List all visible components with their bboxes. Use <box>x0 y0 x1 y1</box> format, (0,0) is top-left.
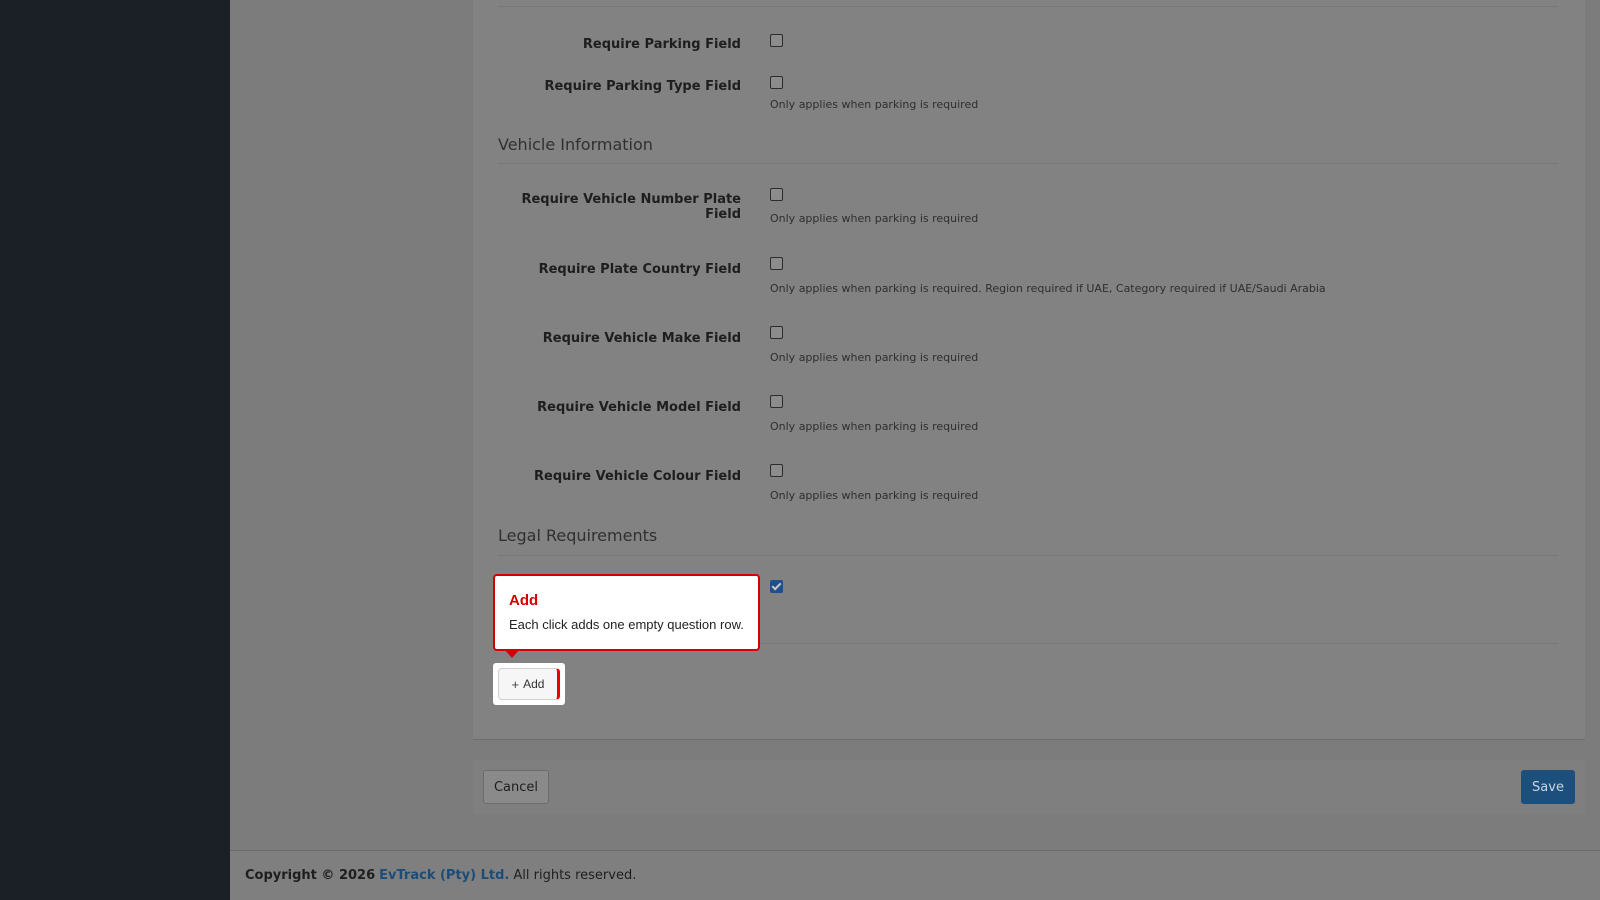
footer-copyright: Copyright © 2026 <box>245 868 376 883</box>
form-action-bar: Cancel Save <box>473 760 1585 814</box>
field-label: Require Vehicle Make Field <box>542 331 741 346</box>
plus-icon: + <box>511 676 520 692</box>
tooltip-arrow <box>505 650 519 658</box>
divider <box>498 163 1558 164</box>
tour-tooltip: Add Each click adds one empty question r… <box>493 574 760 658</box>
field-help: Only applies when parking is required. R… <box>770 282 1326 295</box>
cancel-button[interactable]: Cancel <box>483 770 549 804</box>
divider <box>498 6 1558 7</box>
tooltip-body: Each click adds one empty question row. <box>509 617 744 632</box>
field-label: Require Plate Country Field <box>538 262 741 277</box>
field-label: Require Vehicle Colour Field <box>534 469 741 484</box>
vehicle-make-checkbox[interactable] <box>770 326 783 339</box>
footer-rights: All rights reserved. <box>513 868 637 883</box>
add-button-label: Add <box>523 677 545 691</box>
sidebar <box>0 0 230 900</box>
vehicle-colour-checkbox[interactable] <box>770 464 783 477</box>
plate-country-checkbox[interactable] <box>770 257 783 270</box>
field-help: Only applies when parking is required <box>770 98 979 111</box>
divider <box>498 555 1558 556</box>
field-label: Require Parking Field <box>582 37 741 52</box>
field-label: Require Vehicle Number Plate Field <box>521 192 741 222</box>
save-button[interactable]: Save <box>1521 770 1575 804</box>
field-help: Only applies when parking is required <box>770 420 979 433</box>
field-help: Only applies when parking is required <box>770 212 979 225</box>
field-help: Only applies when parking is required <box>770 489 979 502</box>
tooltip-title: Add <box>509 592 539 609</box>
number-plate-checkbox[interactable] <box>770 188 783 201</box>
field-help: Only applies when parking is required <box>770 351 979 364</box>
field-label: Require Vehicle Model Field <box>537 400 741 415</box>
footer-company-link[interactable]: EvTrack (Pty) Ltd. <box>379 868 509 883</box>
add-question-button[interactable]: + Add <box>498 668 560 700</box>
section-title-vehicle: Vehicle Information <box>498 135 653 154</box>
legal-checkbox[interactable] <box>770 580 783 593</box>
parking-checkbox[interactable] <box>770 34 783 47</box>
field-label: Require Parking Type Field <box>544 79 741 94</box>
section-title-legal: Legal Requirements <box>498 526 658 545</box>
page-footer: Copyright © 2026 EvTrack (Pty) Ltd. All … <box>230 850 1600 900</box>
parking-type-checkbox[interactable] <box>770 76 783 89</box>
vehicle-model-checkbox[interactable] <box>770 395 783 408</box>
